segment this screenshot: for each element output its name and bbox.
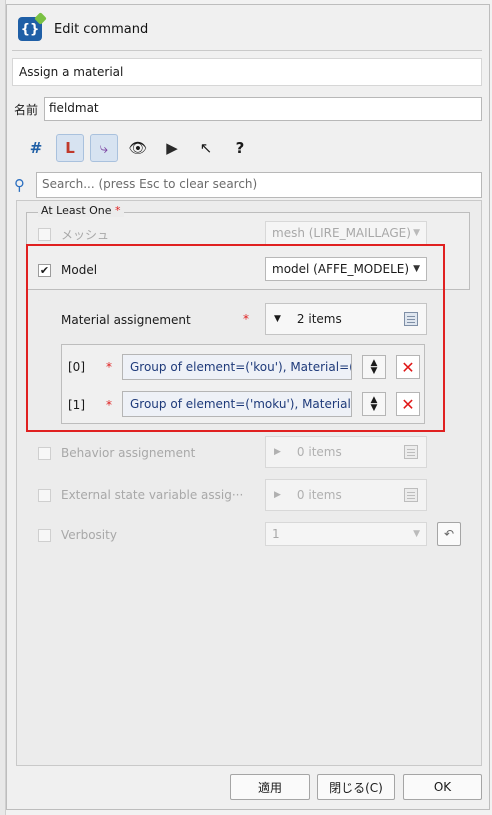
documentation-icon[interactable]: ?	[226, 134, 254, 162]
mesh-checkbox[interactable]	[38, 227, 51, 241]
verbosity-select-value: 1	[272, 527, 280, 541]
eye-icon[interactable]: 👁	[124, 134, 152, 162]
mesh-label: メッシュ	[61, 227, 110, 242]
chevron-down-icon: ▼	[413, 529, 420, 539]
window-title: Edit command	[54, 21, 149, 37]
command-description: Assign a material	[12, 58, 482, 86]
run-icon[interactable]: ▶	[158, 134, 186, 162]
ok-button[interactable]: OK	[403, 774, 482, 800]
title-bar: {} Edit command	[12, 10, 482, 48]
close-button[interactable]: 閉じる(C)	[317, 774, 395, 800]
external-state-list-button[interactable]: ▶ 0 items	[265, 479, 427, 511]
name-input[interactable]: fieldmat	[44, 97, 482, 121]
apply-button[interactable]: 適用	[230, 774, 310, 800]
verbosity-select[interactable]: 1 ▼	[265, 522, 427, 546]
external-state-checkbox[interactable]	[38, 488, 51, 502]
mesh-select-value: mesh (LIRE_MAILLAGE)	[272, 226, 411, 240]
search-row: ⚲ Search... (press Esc to clear search)	[14, 172, 482, 198]
hash-icon[interactable]: #	[22, 134, 50, 162]
search-icon: ⚲	[14, 176, 25, 194]
group-title-text: At Least One	[41, 204, 112, 217]
reset-icon[interactable]: ↶	[437, 522, 461, 546]
command-icon: {}	[18, 12, 47, 41]
toolbar: # L ⤷ 👁 ▶ ↖ ?	[22, 134, 254, 162]
behavior-assignment-label: Behavior assignement	[61, 446, 196, 460]
name-row: 名前 fieldmat	[14, 97, 482, 121]
tree-view-icon[interactable]: ⤷	[90, 134, 118, 162]
external-state-row: External state variable assig···	[38, 487, 258, 503]
highlight-annotation	[26, 244, 445, 432]
behavior-assignment-list-button[interactable]: ▶ 0 items	[265, 436, 427, 468]
verbosity-label: Verbosity	[61, 528, 117, 542]
behavior-assignment-row: Behavior assignement	[38, 445, 258, 461]
edit-list-icon	[404, 445, 418, 459]
group-title: At Least One *	[38, 204, 124, 217]
mesh-select[interactable]: mesh (LIRE_MAILLAGE) ▼	[265, 221, 427, 245]
name-label: 名前	[14, 102, 39, 117]
verbosity-row: Verbosity	[38, 527, 218, 543]
help-cursor-icon[interactable]: ↖	[192, 134, 220, 162]
search-input[interactable]: Search... (press Esc to clear search)	[36, 172, 482, 198]
chevron-down-icon: ▼	[413, 228, 420, 238]
title-separator	[12, 50, 482, 51]
behavior-assignment-count: 0 items	[296, 445, 342, 459]
caret-right-icon: ▶	[274, 490, 281, 500]
behavior-assignment-checkbox[interactable]	[38, 446, 51, 460]
external-state-label: External state variable assig···	[61, 488, 244, 502]
verbosity-checkbox[interactable]	[38, 528, 51, 542]
mesh-row: メッシュ	[38, 226, 218, 242]
edit-list-icon	[404, 488, 418, 502]
external-state-count: 0 items	[296, 488, 342, 502]
units-icon[interactable]: L	[56, 134, 84, 162]
group-required-mark: *	[115, 204, 121, 217]
caret-right-icon: ▶	[274, 447, 281, 457]
